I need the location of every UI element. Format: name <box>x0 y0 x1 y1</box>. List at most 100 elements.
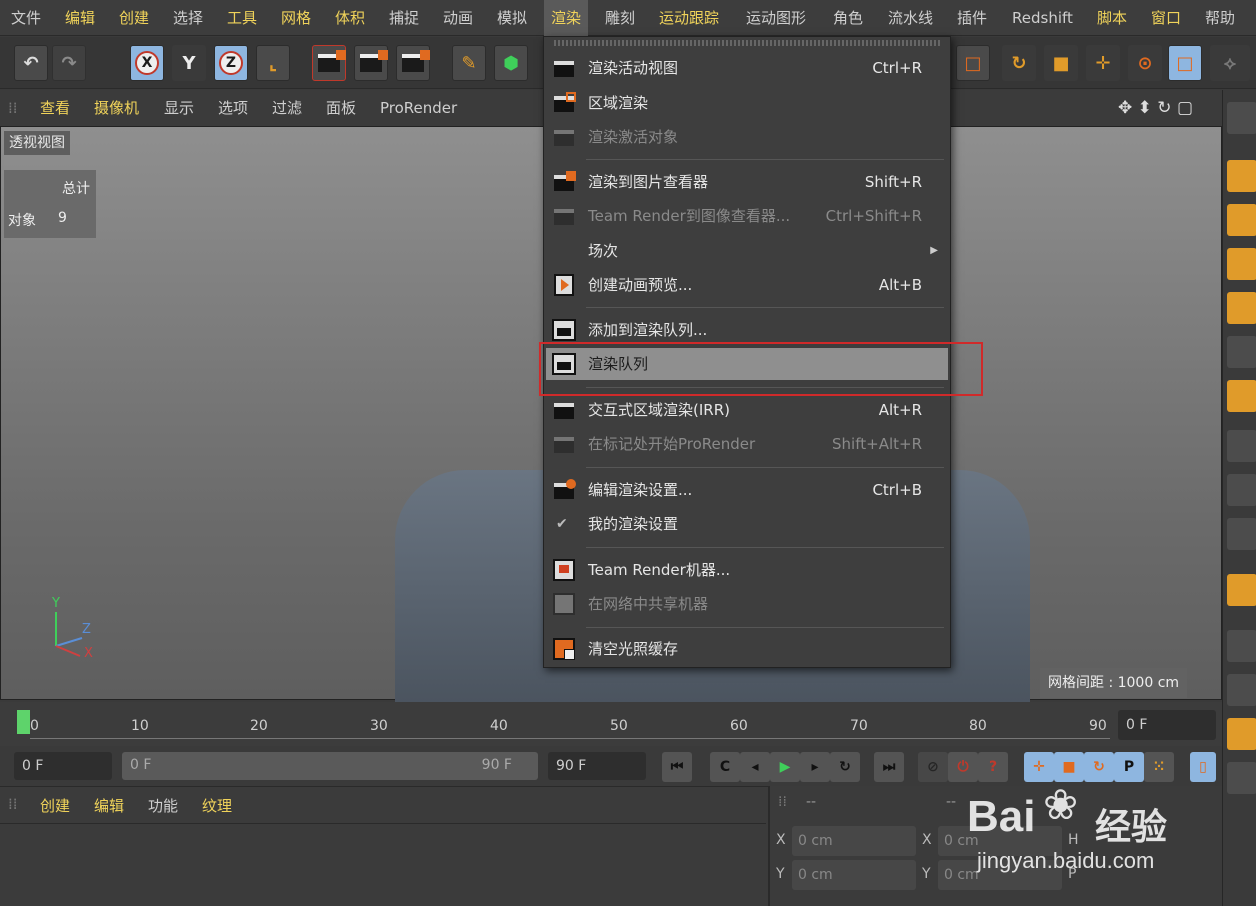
x-axis-lock-button[interactable]: X <box>130 45 164 81</box>
menu-item-render-region[interactable]: 区域渲染 <box>546 87 948 119</box>
object-mode-button[interactable] <box>1227 102 1256 134</box>
menu-help[interactable]: 帮助 <box>1198 0 1242 36</box>
menu-item-takes[interactable]: 场次 ▶ <box>546 235 948 267</box>
material-menu-texture[interactable]: 纹理 <box>202 795 232 816</box>
render-settings-button[interactable] <box>396 45 430 81</box>
redo-button[interactable]: ↷ <box>52 45 86 81</box>
scale-button[interactable]: ■ <box>1044 45 1078 81</box>
menu-item-team-render-to-picture-viewer[interactable]: Team Render到图像查看器... Ctrl+Shift+R <box>546 200 948 232</box>
menu-item-shortcut: Alt+B <box>878 276 922 294</box>
move-button[interactable]: ✛ <box>1086 45 1120 81</box>
viewport-menu-display[interactable]: 显示 <box>164 90 194 126</box>
menu-pipeline[interactable]: 流水线 <box>881 0 940 36</box>
frame-range-slider[interactable]: 0 F 90 F <box>122 752 538 780</box>
solo-button[interactable] <box>1227 518 1256 550</box>
viewport-menu-view[interactable]: 查看 <box>40 90 70 126</box>
menu-item-render-active-objects[interactable]: 渲染激活对象 <box>546 121 948 153</box>
soft-selection-button[interactable] <box>1227 474 1256 506</box>
menu-item-start-prorender-at-marker[interactable]: 在标记处开始ProRender Shift+Alt+R <box>546 428 948 460</box>
menu-item-render-active-view[interactable]: 渲染活动视图 Ctrl+R <box>546 52 948 84</box>
menu-mograph[interactable]: 运动图形 <box>739 0 813 36</box>
box-select-button[interactable]: □ <box>1168 45 1202 81</box>
snap-button[interactable] <box>1227 574 1256 606</box>
menu-motion-tracking[interactable]: 运动跟踪 <box>652 0 726 36</box>
position-x-field[interactable]: 0 cm <box>792 826 916 856</box>
menu-animation[interactable]: 动画 <box>436 0 480 36</box>
menu-plugins[interactable]: 插件 <box>950 0 994 36</box>
axis-mode-button[interactable] <box>1227 380 1256 412</box>
menu-edit[interactable]: 编辑 <box>58 0 102 36</box>
texture-mode-button[interactable] <box>1227 292 1256 324</box>
polygons-mode-button[interactable] <box>1227 248 1256 280</box>
menu-file[interactable]: 文件 <box>4 0 48 36</box>
viewport-navigation-icons[interactable]: ✥ ⬍ ↻ ▢ <box>1118 90 1193 126</box>
menu-mesh[interactable]: 网格 <box>274 0 318 36</box>
tweak-button[interactable] <box>1227 430 1256 462</box>
flush-cache-icon <box>552 638 576 660</box>
edges-mode-button[interactable] <box>1227 204 1256 236</box>
material-menu-create[interactable]: 创建 <box>40 795 70 816</box>
menu-item-flush-illumination-caches[interactable]: 清空光照缓存 <box>546 633 948 665</box>
undo-button[interactable]: ↶ <box>14 45 48 81</box>
menu-select[interactable]: 选择 <box>166 0 210 36</box>
points-mode-button[interactable] <box>1227 160 1256 192</box>
y-axis-lock-button[interactable]: Y <box>172 45 206 81</box>
menu-item-interactive-render-region[interactable]: 交互式区域渲染(IRR) Alt+R <box>546 394 948 426</box>
viewport-menu-prorender[interactable]: ProRender <box>380 90 457 126</box>
go-to-start-button[interactable]: ⏮ <box>662 752 692 782</box>
menu-item-render-to-picture-viewer[interactable]: 渲染到图片查看器 Shift+R <box>546 166 948 198</box>
workplane-lock-button[interactable] <box>1227 630 1256 662</box>
next-key-button[interactable]: ↻ <box>830 752 860 782</box>
model-mode-button[interactable]: ⟡ <box>1210 45 1250 81</box>
render-region-button[interactable] <box>1227 718 1256 750</box>
viewport-menu-options[interactable]: 选项 <box>218 90 248 126</box>
menu-volume[interactable]: 体积 <box>328 0 372 36</box>
menu-script[interactable]: 脚本 <box>1090 0 1134 36</box>
menu-character[interactable]: 角色 <box>826 0 870 36</box>
current-frame-field[interactable]: 0 F <box>1118 710 1216 740</box>
workplane-button[interactable] <box>1227 336 1256 368</box>
coordinate-system-button[interactable]: ⌞ <box>256 45 290 81</box>
menu-item-edit-render-settings[interactable]: 编辑渲染设置... Ctrl+B <box>546 474 948 506</box>
range-start-label: 0 F <box>130 757 152 773</box>
go-to-end-button[interactable]: ⏭ <box>874 752 904 782</box>
pen-tool-button[interactable]: ✎ <box>452 45 486 81</box>
render-view-button[interactable] <box>312 45 346 81</box>
grid-button[interactable] <box>1227 674 1256 706</box>
render-picture-viewer-button[interactable] <box>354 45 388 81</box>
next-frame-button[interactable]: ▸ <box>800 752 830 782</box>
material-menu-edit[interactable]: 编辑 <box>94 795 124 816</box>
menu-item-share-machine-over-network[interactable]: 在网络中共享机器 <box>546 588 948 620</box>
menu-create[interactable]: 创建 <box>112 0 156 36</box>
menu-window[interactable]: 窗口 <box>1144 0 1188 36</box>
rectangle-select-button[interactable]: □ <box>956 45 990 81</box>
playhead[interactable] <box>17 710 30 734</box>
end-frame-field[interactable]: 90 F <box>548 752 646 780</box>
viewport-menu-filter[interactable]: 过滤 <box>272 90 302 126</box>
menu-sculpt[interactable]: 雕刻 <box>598 0 642 36</box>
previous-frame-button[interactable]: ◂ <box>740 752 770 782</box>
record-keys-button[interactable]: ⊘ <box>918 752 948 782</box>
menu-item-team-render-machines[interactable]: Team Render机器... <box>546 554 948 586</box>
rotate-button[interactable]: ↻ <box>1002 45 1036 81</box>
position-y-field[interactable]: 0 cm <box>792 860 916 890</box>
start-frame-field[interactable]: 0 F <box>14 752 112 780</box>
menu-snap[interactable]: 捕捉 <box>382 0 426 36</box>
tear-off-handle[interactable] <box>554 40 940 46</box>
play-button[interactable]: ▶ <box>770 752 800 782</box>
menu-redshift[interactable]: Redshift <box>1005 0 1080 36</box>
z-axis-lock-button[interactable]: Z <box>214 45 248 81</box>
material-menu-function[interactable]: 功能 <box>148 795 178 816</box>
menu-render[interactable]: 渲染 <box>544 0 589 36</box>
pen-icon: ✎ <box>461 52 477 74</box>
viewport-menu-camera[interactable]: 摄像机 <box>94 90 139 126</box>
cube-button[interactable]: ⬢ <box>494 45 528 81</box>
menu-item-my-render-settings[interactable]: ✔ 我的渲染设置 <box>546 508 948 540</box>
live-select-button[interactable]: ⊙ <box>1128 45 1162 81</box>
viewport-menu-panel[interactable]: 面板 <box>326 90 356 126</box>
menu-simulate[interactable]: 模拟 <box>490 0 534 36</box>
menu-bar: 文件 编辑 创建 选择 工具 网格 体积 捕捉 动画 模拟 渲染 雕刻 运动跟踪… <box>0 0 1256 36</box>
previous-key-button[interactable]: C <box>710 752 740 782</box>
menu-item-make-preview[interactable]: 创建动画预览... Alt+B <box>546 269 948 301</box>
menu-tools[interactable]: 工具 <box>220 0 264 36</box>
